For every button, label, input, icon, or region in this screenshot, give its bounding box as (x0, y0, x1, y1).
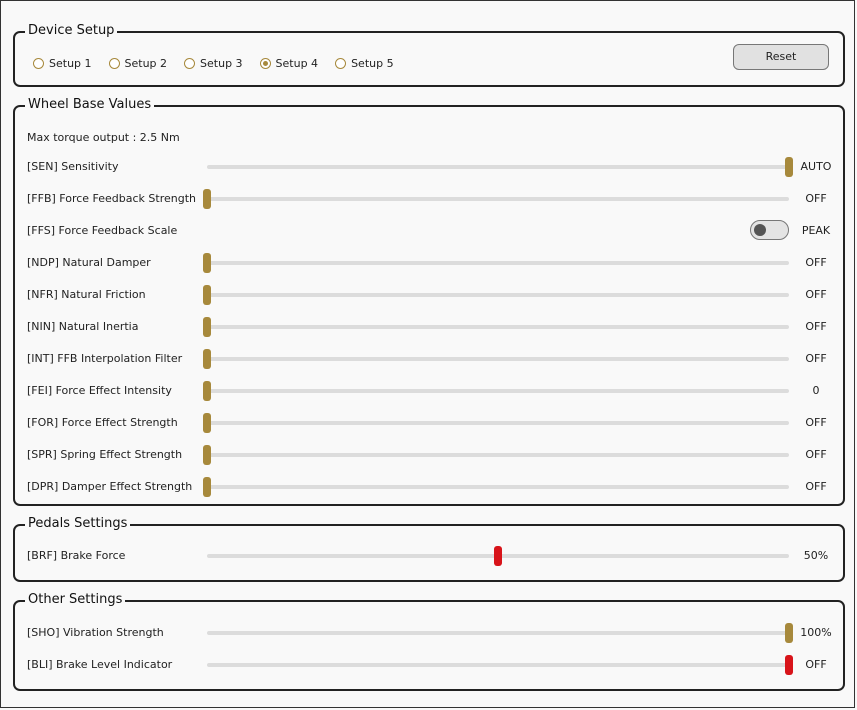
brake-force-label: [BRF] Brake Force (27, 549, 126, 562)
vibration-strength-value: 100% (800, 626, 832, 639)
force-effect-strength-row: [FOR] Force Effect Strength OFF (15, 413, 843, 433)
force-effect-intensity-value: 0 (812, 384, 820, 397)
vibration-strength-row: [SHO] Vibration Strength 100% (15, 623, 843, 643)
natural-friction-slider[interactable] (203, 285, 789, 305)
damper-effect-strength-label: [DPR] Damper Effect Strength (27, 480, 193, 493)
ffb-interpolation-filter-label: [INT] FFB Interpolation Filter (27, 352, 183, 365)
vibration-strength-label: [SHO] Vibration Strength (27, 626, 164, 639)
force-effect-intensity-slider-thumb[interactable] (203, 381, 211, 401)
setup-radio-5[interactable]: Setup 5 (335, 57, 394, 70)
wheel-base-group: Wheel Base Values Max torque output : 2.… (13, 96, 845, 506)
radio-label: Setup 5 (351, 56, 394, 70)
natural-damper-slider-thumb[interactable] (203, 253, 211, 273)
ffb-interpolation-filter-slider-thumb[interactable] (203, 349, 211, 369)
spring-effect-strength-slider[interactable] (203, 445, 789, 465)
damper-effect-strength-slider-thumb[interactable] (203, 477, 211, 497)
force-effect-intensity-slider[interactable] (203, 381, 789, 401)
spring-effect-strength-label: [SPR] Spring Effect Strength (27, 448, 183, 461)
setup-radio-2[interactable]: Setup 2 (108, 56, 168, 70)
natural-damper-row: [NDP] Natural Damper OFF (15, 253, 843, 273)
force-feedback-strength-value: OFF (805, 192, 827, 205)
force-effect-intensity-label: [FEI] Force Effect Intensity (27, 384, 172, 397)
max-torque-label: Max torque output : 2.5 Nm (27, 131, 180, 144)
device-setup-title: Device Setup (25, 22, 118, 40)
setup-radio-4[interactable]: Setup 4 (259, 56, 319, 70)
natural-damper-value: OFF (805, 256, 827, 269)
radio-label: Setup 2 (124, 56, 168, 70)
natural-friction-value: OFF (805, 288, 827, 301)
pedals-title: Pedals Settings (25, 515, 131, 533)
force-effect-strength-value: OFF (805, 416, 827, 429)
force-feedback-scale-label: [FFS] Force Feedback Scale (27, 224, 178, 237)
force-feedback-scale-toggle[interactable] (750, 220, 789, 240)
vibration-strength-slider[interactable] (207, 623, 793, 643)
sensitivity-slider[interactable] (207, 157, 793, 177)
radio-circle-icon (335, 57, 347, 69)
natural-inertia-slider[interactable] (203, 317, 789, 337)
radio-label: Setup 4 (275, 56, 319, 70)
force-effect-strength-label: [FOR] Force Effect Strength (27, 416, 178, 429)
sensitivity-label: [SEN] Sensitivity (27, 160, 119, 173)
natural-friction-row: [NFR] Natural Friction OFF (15, 285, 843, 305)
radio-circle-icon (108, 57, 120, 69)
brake-force-row: [BRF] Brake Force 50% (15, 546, 843, 566)
radio-label: Setup 3 (200, 56, 243, 70)
force-feedback-scale-value: PEAK (801, 224, 831, 237)
damper-effect-strength-row: [DPR] Damper Effect Strength OFF (15, 477, 843, 497)
other-settings-group: Other Settings [SHO] Vibration Strength 1… (13, 591, 845, 691)
pedals-group: Pedals Settings [BRF] Brake Force 50% (13, 515, 845, 582)
force-effect-intensity-row: [FEI] Force Effect Intensity 0 (15, 381, 843, 401)
ffb-interpolation-filter-slider[interactable] (203, 349, 789, 369)
brake-force-value: 50% (803, 549, 829, 562)
force-feedback-scale-row: [FFS] Force Feedback Scale PEAK (15, 220, 843, 241)
natural-damper-slider[interactable] (203, 253, 789, 273)
toggle-knob (754, 224, 766, 236)
natural-inertia-slider-thumb[interactable] (203, 317, 211, 337)
natural-damper-label: [NDP] Natural Damper (27, 256, 151, 269)
brake-force-slider-thumb[interactable] (494, 546, 502, 566)
natural-friction-slider-thumb[interactable] (203, 285, 211, 305)
damper-effect-strength-value: OFF (805, 480, 827, 493)
brake-level-indicator-value: OFF (805, 658, 827, 671)
spring-effect-strength-value: OFF (805, 448, 827, 461)
brake-force-slider[interactable] (207, 546, 789, 566)
force-effect-strength-slider[interactable] (203, 413, 789, 433)
other-settings-title: Other Settings (25, 591, 126, 609)
device-setup-group: Device Setup Setup 1 Setup 2 Setup 3 Setup … (13, 22, 845, 87)
natural-inertia-row: [NIN] Natural Inertia OFF (15, 317, 843, 337)
force-feedback-strength-slider-thumb[interactable] (203, 189, 211, 209)
radio-circle-icon (33, 57, 44, 69)
damper-effect-strength-slider[interactable] (203, 477, 789, 497)
brake-level-indicator-slider[interactable] (207, 655, 793, 675)
natural-inertia-value: OFF (805, 320, 827, 333)
spring-effect-strength-row: [SPR] Spring Effect Strength OFF (15, 445, 843, 465)
force-feedback-strength-slider[interactable] (203, 189, 789, 209)
natural-friction-label: [NFR] Natural Friction (27, 288, 146, 301)
radio-circle-icon (184, 57, 196, 69)
brake-level-indicator-label: [BLI] Brake Level Indicator (27, 658, 173, 671)
force-feedback-strength-row: [FFB] Force Feedback Strength OFF (15, 189, 843, 209)
reset-button[interactable]: Reset (733, 44, 829, 70)
setup-radio-3[interactable]: Setup 3 (184, 57, 243, 70)
force-effect-strength-slider-thumb[interactable] (203, 413, 211, 433)
setup-radio-1[interactable]: Setup 1 (33, 57, 92, 70)
ffb-interpolation-filter-row: [INT] FFB Interpolation Filter OFF (15, 349, 843, 369)
sensitivity-value: AUTO (800, 160, 832, 173)
spring-effect-strength-slider-thumb[interactable] (203, 445, 211, 465)
natural-inertia-label: [NIN] Natural Inertia (27, 320, 139, 333)
sensitivity-row: [SEN] Sensitivity AUTO (15, 157, 843, 177)
setup-radio-group: Setup 1 Setup 2 Setup 3 Setup 4 Setup 5 (33, 53, 411, 73)
ffb-interpolation-filter-value: OFF (805, 352, 827, 365)
brake-level-indicator-row: [BLI] Brake Level Indicator OFF (15, 655, 843, 675)
radio-circle-icon (259, 57, 271, 69)
force-feedback-strength-label: [FFB] Force Feedback Strength (27, 192, 197, 205)
wheel-base-title: Wheel Base Values (25, 96, 155, 114)
radio-label: Setup 1 (49, 56, 92, 70)
